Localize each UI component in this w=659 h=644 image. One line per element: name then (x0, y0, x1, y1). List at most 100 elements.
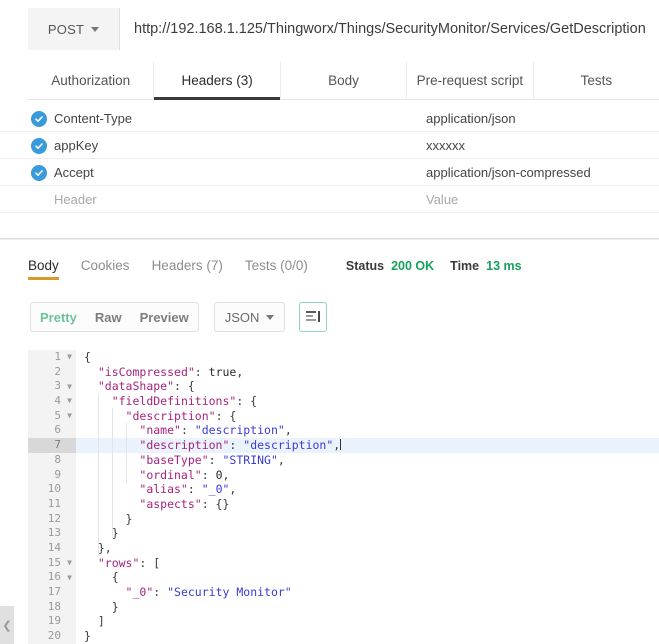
url-input[interactable]: http://192.168.1.125/Thingworx/Things/Se… (120, 8, 659, 50)
code-line[interactable]: 16 ▼ { (28, 570, 659, 585)
request-tab-label: Headers (3) (181, 73, 253, 88)
request-tab-body[interactable]: Body (281, 62, 408, 99)
request-tab-headers-3[interactable]: Headers (3) (154, 62, 281, 100)
response-format-toolbar: Pretty Raw Preview JSON (30, 302, 328, 332)
code-token: "ordinal" (139, 467, 202, 482)
fold-toggle-icon[interactable]: ▼ (65, 397, 72, 405)
code-text: } (76, 629, 91, 644)
code-line[interactable]: 6▼ "name": "description", (28, 423, 659, 439)
chevron-down-icon (266, 314, 275, 320)
http-method-label: POST (47, 21, 85, 37)
code-line[interactable]: 7▼ "description": "description", (28, 438, 659, 453)
line-number: 19▼ (28, 614, 76, 630)
code-line[interactable]: 13▼ } (28, 526, 659, 541)
format-mode-group: Pretty Raw Preview (30, 302, 199, 332)
response-tab-tests-0-0[interactable]: Tests (0/0) (245, 258, 308, 280)
format-mode-preview[interactable]: Preview (131, 310, 198, 325)
code-token: } (111, 599, 119, 614)
request-tab-label: Pre-request script (416, 73, 524, 88)
code-line[interactable]: 14▼ }, (28, 540, 659, 556)
code-token: "description" (194, 423, 285, 438)
code-line[interactable]: 15 ▼ "rows": [ (28, 555, 659, 571)
line-number: 5 ▼ (28, 408, 76, 424)
request-tab-pre-request-script[interactable]: Pre-request script (407, 62, 534, 99)
indent-guide (111, 408, 113, 538)
response-body-editor[interactable]: 1▼{2▼ "isCompressed": true,3▼ "dataShape… (28, 350, 659, 644)
code-line[interactable]: 12▼ } (28, 511, 659, 527)
checkmark-circle-icon[interactable] (31, 137, 47, 154)
code-token: } (125, 511, 133, 526)
header-key-input[interactable]: Content-Type (0, 105, 420, 132)
code-text: "rows": [ (76, 556, 160, 571)
header-value-input[interactable]: application/json (420, 105, 659, 132)
code-line[interactable]: 2▼ "isCompressed": true, (28, 364, 659, 380)
pane-divider[interactable] (0, 238, 659, 239)
code-line[interactable]: 5 ▼ "description": { (28, 408, 659, 424)
fold-toggle-icon[interactable]: ▼ (65, 412, 72, 420)
code-token: "_0" (125, 585, 154, 599)
response-tab-headers-7[interactable]: Headers (7) (152, 258, 223, 280)
code-line[interactable]: 17▼ "_0": "Security Monitor" (28, 585, 659, 600)
sidebar-collapse-handle[interactable]: ❮ (0, 606, 14, 644)
header-value-input[interactable]: application/json-compressed (420, 159, 659, 186)
fold-toggle-icon[interactable]: ▼ (65, 573, 72, 582)
header-row (0, 213, 659, 240)
line-number: 13▼ (28, 526, 76, 541)
request-tab-authorization[interactable]: Authorization (28, 62, 155, 99)
checkmark-circle-icon[interactable] (31, 110, 47, 127)
fold-toggle-icon[interactable]: ▼ (65, 353, 72, 361)
url-text: http://192.168.1.125/Thingworx/Things/Se… (134, 21, 646, 37)
language-dropdown[interactable]: JSON (213, 302, 286, 332)
code-token: "description" (125, 408, 216, 423)
code-token: "description" (139, 438, 230, 453)
header-key-input[interactable]: appKey (0, 132, 420, 159)
format-mode-pretty[interactable]: Pretty (31, 310, 86, 325)
line-number: 11▼ (28, 496, 76, 512)
line-number: 4 ▼ (28, 394, 76, 409)
code-text: "_0": "Security Monitor" (76, 585, 292, 600)
chevron-left-icon: ❮ (2, 619, 12, 632)
line-number: 10▼ (28, 482, 76, 497)
time-label: Time (450, 259, 480, 273)
code-line[interactable]: 9▼ "ordinal": 0, (28, 467, 659, 483)
indent-guide (125, 423, 127, 483)
code-line[interactable]: 3 ▼ "dataShape": { (28, 379, 659, 395)
code-text: { (76, 350, 91, 365)
fold-toggle-icon[interactable]: ▼ (65, 382, 72, 391)
code-token: 0 (215, 467, 223, 482)
code-line[interactable]: 1 ▼ { (28, 350, 659, 365)
code-token: , (229, 482, 237, 497)
header-value-placeholder[interactable]: Value (420, 186, 659, 213)
code-line[interactable]: 18▼ } (28, 599, 659, 615)
format-mode-raw[interactable]: Raw (86, 310, 131, 325)
code-token: } (111, 526, 119, 541)
header-key-placeholder[interactable]: Header (0, 186, 420, 213)
line-number: 17▼ (28, 585, 76, 600)
text-cursor (340, 439, 342, 451)
chevron-down-icon (91, 26, 100, 32)
response-tab-body[interactable]: Body (28, 258, 59, 280)
header-row: appKey xxxxxx (0, 132, 659, 159)
response-tab-cookies[interactable]: Cookies (81, 258, 130, 280)
header-value-input[interactable]: xxxxxx (420, 132, 659, 159)
code-text: "fieldDefinitions": { (76, 394, 257, 409)
request-tab-tests[interactable]: Tests (534, 62, 659, 99)
line-number: 16 ▼ (28, 570, 76, 585)
http-method-selector[interactable]: POST (28, 8, 120, 50)
fold-toggle-icon[interactable]: ▼ (65, 558, 72, 567)
code-token: { (111, 570, 119, 585)
code-token: "name" (139, 423, 181, 438)
wrap-lines-button[interactable] (299, 302, 328, 332)
response-meta: Status 200 OK Time 13 ms (346, 259, 538, 280)
checkmark-circle-icon[interactable] (31, 164, 47, 181)
code-line[interactable]: 19▼ ] (28, 614, 659, 630)
code-line[interactable]: 4 ▼ "fieldDefinitions": { (28, 394, 659, 409)
header-key-placeholder[interactable] (0, 213, 420, 240)
header-value-placeholder[interactable] (420, 213, 659, 240)
code-line[interactable]: 11▼ "aspects": {} (28, 496, 659, 512)
code-line[interactable]: 20▼} (28, 629, 659, 644)
header-key-input[interactable]: Accept (0, 159, 420, 186)
code-line[interactable]: 10▼ "alias": "_0", (28, 482, 659, 497)
headers-table: Content-Type application/json appKey xxxxxx… (0, 105, 659, 240)
code-line[interactable]: 8▼ "baseType": "STRING", (28, 452, 659, 468)
